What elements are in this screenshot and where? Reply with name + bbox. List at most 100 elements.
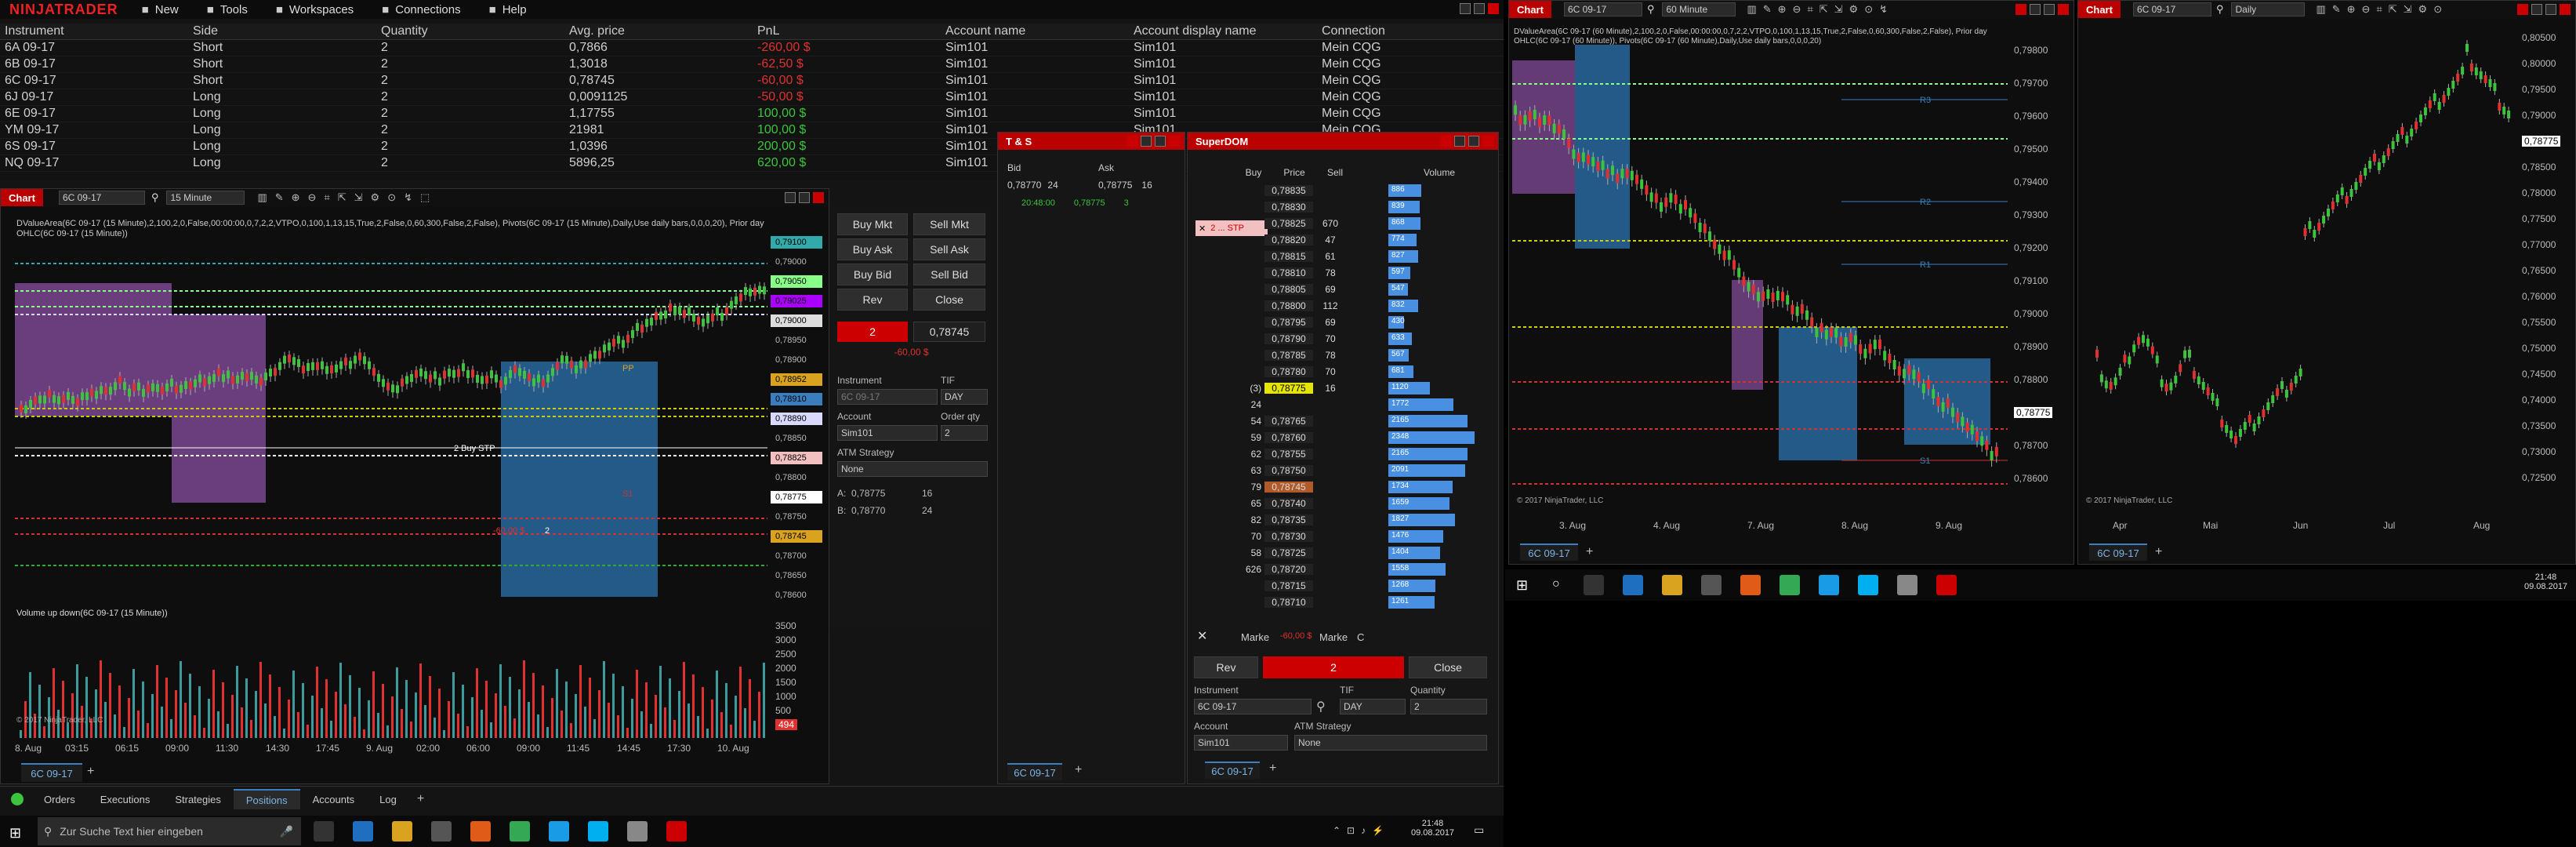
microphone-icon[interactable]: 🎤 — [280, 825, 293, 838]
maximize-icon[interactable] — [2044, 4, 2055, 15]
dom-row[interactable]: 0,78835 886 — [1236, 183, 1495, 198]
dom-instrument-tab[interactable]: 6C 09-17 — [1205, 762, 1260, 779]
dom-row[interactable]: 63 0,78750 2091 — [1236, 463, 1495, 478]
chart2-instrument-tab[interactable]: 6C 09-17 — [1520, 543, 1578, 561]
buy-ask-button[interactable]: Buy Ask — [837, 238, 908, 260]
ninjatrader-taskbar-icon[interactable] — [1936, 575, 1957, 595]
buy-mkt-button[interactable]: Buy Mkt — [837, 213, 908, 235]
atm-select[interactable]: None — [837, 461, 988, 477]
explorer-icon[interactable] — [392, 821, 412, 842]
dom-row[interactable]: 79 0,78745 1734 — [1236, 479, 1495, 495]
dom-row[interactable]: 0,78785 78 567 — [1236, 347, 1495, 363]
add-tab-icon[interactable]: + — [409, 792, 432, 806]
maximize-icon[interactable] — [1474, 3, 1485, 14]
skype-icon[interactable] — [1858, 575, 1878, 595]
dom-close-button[interactable]: Close — [1409, 656, 1487, 678]
maximize-icon[interactable] — [1155, 136, 1166, 147]
search-icon[interactable]: ⚲ — [151, 191, 159, 204]
dom-buy-cell[interactable]: 70 — [1236, 531, 1264, 542]
dom-buy-cell[interactable]: 54 — [1236, 416, 1264, 427]
dom-buy-cell[interactable]: 82 — [1236, 514, 1264, 525]
chart2-time-axis[interactable]: 3. Aug 4. Aug 7. Aug 8. Aug 9. Aug — [1512, 520, 2008, 534]
tray-icons[interactable]: ⌃⊡♪⚡ — [1333, 825, 1390, 836]
store-icon[interactable] — [431, 821, 452, 842]
task-view-icon[interactable] — [1584, 575, 1604, 595]
tab-strategies[interactable]: Strategies — [162, 789, 234, 809]
column-header[interactable]: PnL — [753, 24, 941, 38]
dom-sell-cell[interactable]: 70 — [1313, 366, 1348, 377]
minimize-icon[interactable] — [785, 192, 796, 203]
dom-buy-cell[interactable]: 63 — [1236, 465, 1264, 476]
chart-toolbar-icons[interactable]: ▥✎⊕⊖⌗⇱⇲⚙⊙↯⬚ — [257, 191, 437, 204]
close-icon[interactable] — [2015, 4, 2026, 15]
add-tab-icon[interactable]: + — [87, 765, 94, 779]
windows-start-icon[interactable]: ⊞ — [1516, 577, 1528, 594]
taskbar-search-box[interactable]: ⚲ Zur Suche Text hier eingeben 🎤 — [38, 817, 301, 845]
dom-row[interactable]: 0,78795 69 430 — [1236, 314, 1495, 330]
store-icon[interactable] — [1701, 575, 1722, 595]
dom-row[interactable]: 626 0,78720 1558 — [1236, 562, 1495, 577]
minimize-icon[interactable] — [2030, 4, 2041, 15]
chart2-instrument-selector[interactable]: 6C 09-17 — [1563, 2, 1642, 16]
close-icon[interactable] — [1127, 136, 1137, 147]
tab-accounts[interactable]: Accounts — [300, 789, 367, 809]
dom-buy-cell[interactable]: 62 — [1236, 449, 1264, 460]
sell-bid-button[interactable]: Sell Bid — [913, 264, 985, 285]
maximize-icon[interactable] — [2545, 4, 2556, 15]
dom-row[interactable]: (3) 0,78775 16 1120 — [1236, 380, 1495, 396]
dom-row[interactable]: 58 0,78725 1404 — [1236, 545, 1495, 561]
rev-button[interactable]: Rev — [837, 289, 908, 311]
chart3-instrument-tab[interactable]: 6C 09-17 — [2089, 543, 2147, 561]
close-icon[interactable] — [1482, 136, 1493, 147]
volume-axis[interactable]: 3500 3000 2500 2000 1500 1000 500 494 — [771, 620, 829, 738]
dom-row[interactable]: 0,78810 78 597 — [1236, 265, 1495, 281]
chart3-toolbar-icons[interactable]: ▥✎⊕⊖⌗⇱⇲⚙⊙ — [2316, 3, 2448, 16]
menu-help[interactable]: ■ Help — [489, 3, 527, 16]
chart2-price-axis[interactable]: 0,79800 0,79700 0,79600 0,79500 0,79400 0,793… — [2011, 45, 2073, 515]
buy-bid-button[interactable]: Buy Bid — [837, 264, 908, 285]
menu-connections[interactable]: ■ Connections — [382, 3, 460, 16]
close-dom-icon[interactable]: ✕ — [1197, 628, 1207, 644]
windows-start-icon[interactable]: ⊞ — [9, 825, 21, 842]
add-tab-icon[interactable]: + — [2155, 545, 2162, 559]
dom-sell-cell[interactable]: 16 — [1313, 383, 1348, 394]
chart3-time-axis[interactable]: Apr Mai Jun Jul Aug — [2081, 520, 2517, 534]
column-header[interactable]: Side — [188, 24, 376, 38]
dom-buy-cell[interactable]: (3) — [1236, 383, 1264, 394]
dom-ladder[interactable]: 0,78835 886 0,78830 839 0,78825 670 868 0,78820… — [1236, 183, 1495, 622]
dom-rev-button[interactable]: Rev — [1194, 656, 1258, 678]
table-row[interactable]: 6C 09-17 Short 2 0,78745 -60,00 $ Sim101 Sim10… — [0, 73, 1504, 89]
chrome-icon[interactable] — [510, 821, 530, 842]
sell-ask-button[interactable]: Sell Ask — [913, 238, 985, 260]
sell-mkt-button[interactable]: Sell Mkt — [913, 213, 985, 235]
close-icon[interactable] — [1169, 136, 1180, 147]
minimize-icon[interactable] — [1460, 3, 1471, 14]
dom-sell-cell[interactable]: 47 — [1313, 234, 1348, 245]
dom-row[interactable]: 0,78825 670 868 — [1236, 216, 1495, 231]
dom-sell-cell[interactable]: 61 — [1313, 251, 1348, 262]
chrome-icon[interactable] — [1780, 575, 1800, 595]
teamviewer-icon[interactable] — [549, 821, 569, 842]
search-icon[interactable]: ⚲ — [1647, 3, 1655, 16]
notification-icon[interactable]: ▭ — [1474, 823, 1484, 837]
edge-icon[interactable] — [1623, 575, 1643, 595]
column-header[interactable]: Instrument — [0, 24, 188, 38]
chart3-interval-selector[interactable]: Daily — [2231, 2, 2306, 16]
add-tab-icon[interactable]: + — [1586, 545, 1593, 559]
close-icon[interactable] — [2560, 4, 2571, 15]
dom-buy-cell[interactable]: 79 — [1236, 482, 1264, 493]
minimize-icon[interactable] — [1454, 136, 1465, 147]
firefox-icon[interactable] — [470, 821, 491, 842]
dom-row[interactable]: 82 0,78735 1827 — [1236, 512, 1495, 528]
tif-select[interactable]: DAY — [941, 389, 988, 405]
menu-tools[interactable]: ■ Tools — [207, 3, 248, 16]
maximize-icon[interactable] — [799, 192, 810, 203]
menu-workspaces[interactable]: ■ Workspaces — [276, 3, 354, 16]
edge-icon[interactable] — [353, 821, 373, 842]
price-axis[interactable]: 0,79100 0,79000 0,79050 0,79025 0,79000 0,789… — [771, 236, 829, 613]
time-axis[interactable]: 8. Aug 03:15 06:15 09:00 11:30 14:30 17:45 9. A… — [15, 743, 767, 757]
dom-atm-select[interactable]: None — [1294, 735, 1487, 751]
menu-new[interactable]: ■ New — [142, 3, 179, 16]
search-icon[interactable]: ⚲ — [2216, 3, 2224, 16]
dom-row[interactable]: 59 0,78760 2348 — [1236, 430, 1495, 445]
